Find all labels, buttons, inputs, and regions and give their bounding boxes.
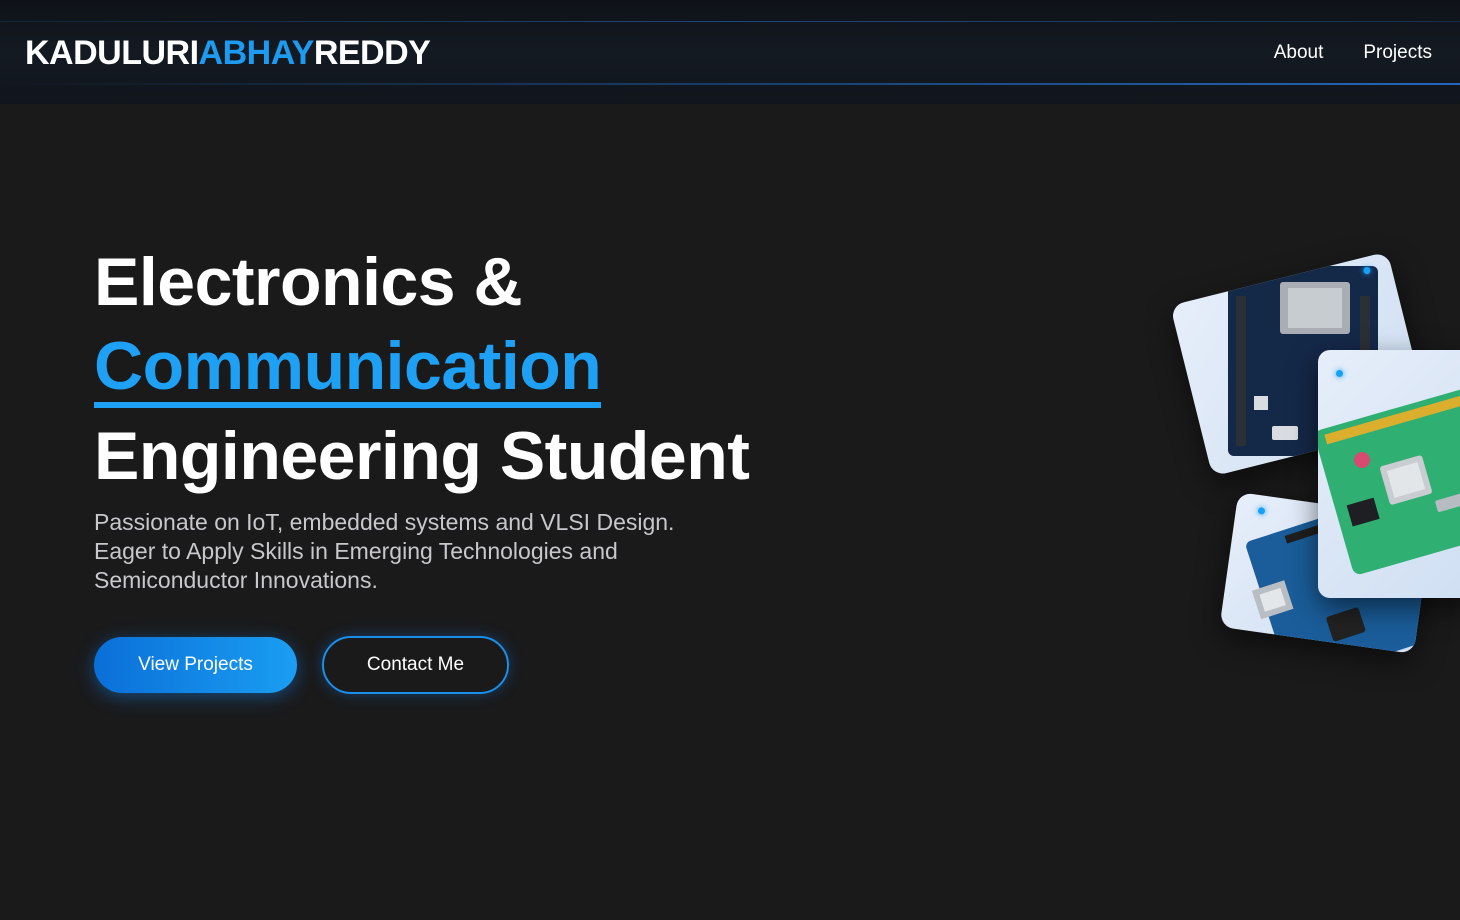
view-projects-button[interactable]: View Projects [94,637,297,693]
logo-part-middle: ABHAY [198,34,315,72]
nav-link-projects[interactable]: Projects [1363,40,1432,66]
header-bottom-line [0,83,1460,85]
hero-description: Passionate on IoT, embedded systems and … [94,509,675,593]
hero-title-line-3: Engineering Student [94,418,750,494]
site-logo[interactable]: KADULURIABHAYREDDY [25,33,431,73]
nav-link-about[interactable]: About [1274,40,1324,66]
main-nav: About Projects [1274,40,1432,66]
logo-part-first: KADULURI [25,34,199,72]
hero-title-accent: Communication [94,330,602,408]
hero-title: Electronics & Communication Engineering … [94,240,750,498]
raspberry-pi-board-image [1318,378,1460,575]
hero-title-line-1: Electronics & [94,244,523,320]
header-top-line [0,21,1460,22]
site-header: KADULURIABHAYREDDY About Projects [0,0,1460,104]
logo-part-last: REDDY [313,34,431,72]
contact-me-button[interactable]: Contact Me [322,636,509,694]
raspberry-pi-card [1318,350,1460,598]
